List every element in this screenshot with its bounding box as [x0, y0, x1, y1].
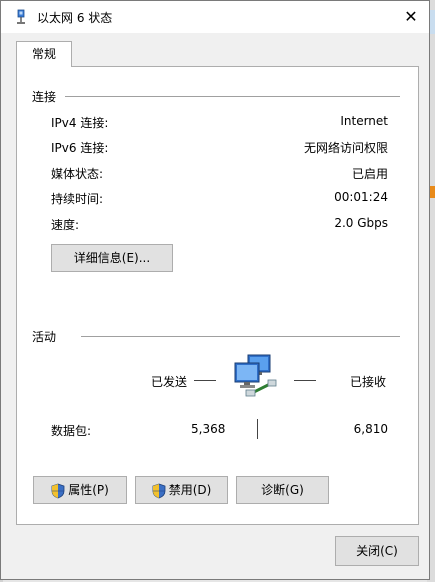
uac-shield-icon	[51, 483, 65, 498]
packets-sent-value: 5,368	[191, 422, 226, 436]
close-window-button[interactable]: ✕	[401, 7, 421, 27]
speed-label: 速度:	[51, 218, 80, 232]
properties-button[interactable]: 属性(P)	[33, 476, 127, 504]
received-label: 已接收	[350, 375, 387, 389]
sent-label: 已发送	[151, 375, 188, 389]
uac-shield-icon	[152, 483, 166, 498]
status-dialog: 以太网 6 状态 ✕ 常规 连接 IPv4 连接: Internet IPv6 …	[0, 0, 430, 580]
media-state-label: 媒体状态:	[51, 167, 104, 181]
tab-general[interactable]: 常规	[16, 41, 72, 67]
duration-value: 00:01:24	[334, 190, 388, 204]
received-dash	[294, 380, 316, 381]
ipv4-value: Internet	[340, 114, 388, 128]
disable-button[interactable]: 禁用(D)	[135, 476, 228, 504]
diagnose-button[interactable]: 诊断(G)	[236, 476, 329, 504]
close-button[interactable]: 关闭(C)	[335, 536, 419, 566]
packets-separator	[257, 419, 258, 439]
disable-label: 禁用(D)	[168, 483, 212, 497]
speed-value: 2.0 Gbps	[334, 216, 388, 230]
activity-divider	[81, 336, 400, 337]
properties-label: 属性(P)	[68, 483, 109, 497]
ipv6-value: 无网络访问权限	[303, 141, 388, 155]
details-button[interactable]: 详细信息(E)...	[51, 244, 173, 272]
ipv4-label: IPv4 连接:	[51, 116, 109, 130]
ipv6-label: IPv6 连接:	[51, 141, 109, 155]
duration-label: 持续时间:	[51, 192, 104, 206]
connection-section-title: 连接	[32, 90, 57, 104]
media-state-value: 已启用	[351, 167, 388, 181]
sent-dash	[194, 380, 216, 381]
window-title: 以太网 6 状态	[37, 11, 113, 25]
connection-divider	[65, 96, 400, 97]
packets-label: 数据包:	[51, 424, 92, 438]
activity-section-title: 活动	[32, 330, 57, 344]
network-computers-icon	[234, 354, 277, 397]
network-adapter-icon	[17, 9, 25, 24]
packets-received-value: 6,810	[353, 422, 388, 436]
general-panel: 连接 IPv4 连接: Internet IPv6 连接: 无网络访问权限 媒体…	[16, 66, 419, 525]
title-bar: 以太网 6 状态 ✕	[1, 1, 429, 33]
